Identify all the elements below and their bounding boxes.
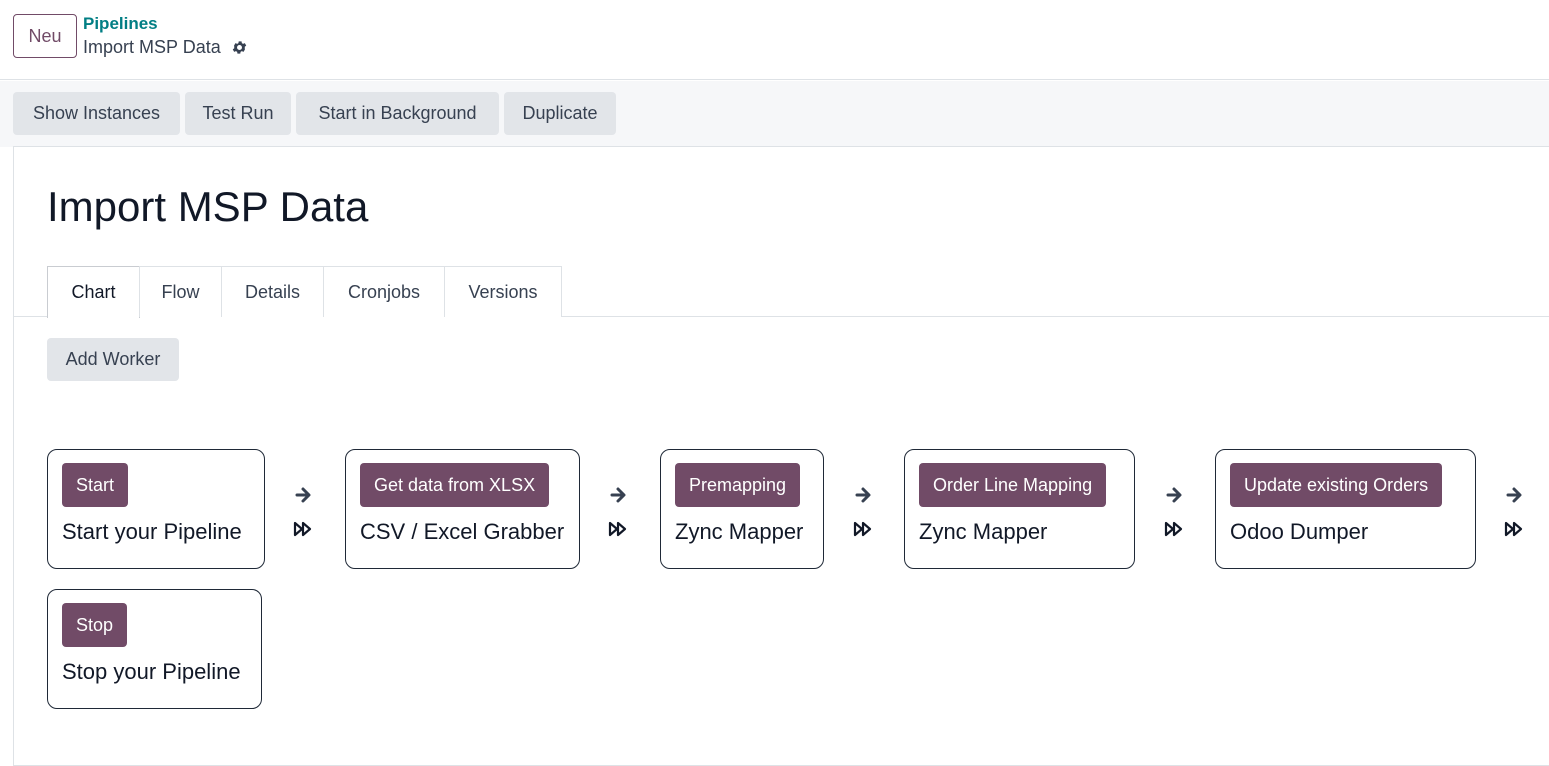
worker-name: Zync Mapper (675, 519, 804, 544)
arrow-right-icon[interactable] (1165, 485, 1185, 505)
worker-badge: Order Line Mapping (919, 463, 1107, 507)
worker-name: Odoo Dumper (1230, 519, 1369, 544)
worker-card-premapping[interactable]: Premapping Zync Mapper (660, 449, 824, 569)
worker-badge: Start (62, 463, 129, 507)
worker-badge: Stop (62, 603, 128, 647)
record-title: Import MSP Data (47, 183, 369, 230)
worker-badge: Get data from XLSX (360, 463, 550, 507)
arrow-right-icon[interactable] (854, 485, 874, 505)
fast-forward-icon[interactable] (1504, 519, 1524, 539)
new-button[interactable]: Neu (13, 14, 77, 58)
tab-flow[interactable]: Flow (139, 266, 222, 317)
fast-forward-icon[interactable] (853, 519, 873, 539)
notebook-tabs: Chart Flow Details Cronjobs Versions (14, 266, 1549, 318)
breadcrumb-pipelines[interactable]: Pipelines (83, 14, 158, 34)
arrow-right-icon[interactable] (1505, 485, 1525, 505)
breadcrumb-current: Import MSP Data (83, 37, 248, 58)
worker-card-stop[interactable]: Stop Stop your Pipeline (47, 589, 262, 709)
test-run-button[interactable]: Test Run (185, 92, 291, 135)
show-instances-button[interactable]: Show Instances (13, 92, 180, 135)
worker-card-csv-grabber[interactable]: Get data from XLSX CSV / Excel Grabber (345, 449, 580, 569)
worker-name: Zync Mapper (919, 519, 1048, 544)
worker-name: CSV / Excel Grabber (360, 519, 565, 544)
tab-details[interactable]: Details (221, 266, 324, 317)
fast-forward-icon[interactable] (1164, 519, 1184, 539)
header-button-bar: Show Instances Test Run Start in Backgro… (0, 81, 1549, 147)
tab-versions[interactable]: Versions (444, 266, 562, 317)
add-worker-button[interactable]: Add Worker (47, 338, 179, 381)
worker-card-update-orders[interactable]: Update existing Orders Odoo Dumper (1215, 449, 1476, 569)
worker-badge: Update existing Orders (1230, 463, 1443, 507)
worker-name: Start your Pipeline (62, 519, 242, 544)
worker-name: Stop your Pipeline (62, 659, 241, 684)
control-panel: Neu Pipelines Import MSP Data (0, 0, 1549, 80)
worker-badge: Premapping (675, 463, 801, 507)
worker-card-order-line-mapping[interactable]: Order Line Mapping Zync Mapper (904, 449, 1135, 569)
tab-chart[interactable]: Chart (47, 266, 140, 318)
duplicate-button[interactable]: Duplicate (504, 92, 616, 135)
breadcrumb-current-label: Import MSP Data (83, 37, 221, 57)
fast-forward-icon[interactable] (608, 519, 628, 539)
gear-icon[interactable] (231, 39, 248, 56)
arrow-right-icon[interactable] (609, 485, 629, 505)
worker-card-start[interactable]: Start Start your Pipeline (47, 449, 265, 569)
arrow-right-icon[interactable] (294, 485, 314, 505)
form-sheet: Import MSP Data Chart Flow Details Cronj… (13, 146, 1549, 766)
tab-cronjobs[interactable]: Cronjobs (323, 266, 445, 317)
start-in-background-button[interactable]: Start in Background (296, 92, 499, 135)
fast-forward-icon[interactable] (293, 519, 313, 539)
